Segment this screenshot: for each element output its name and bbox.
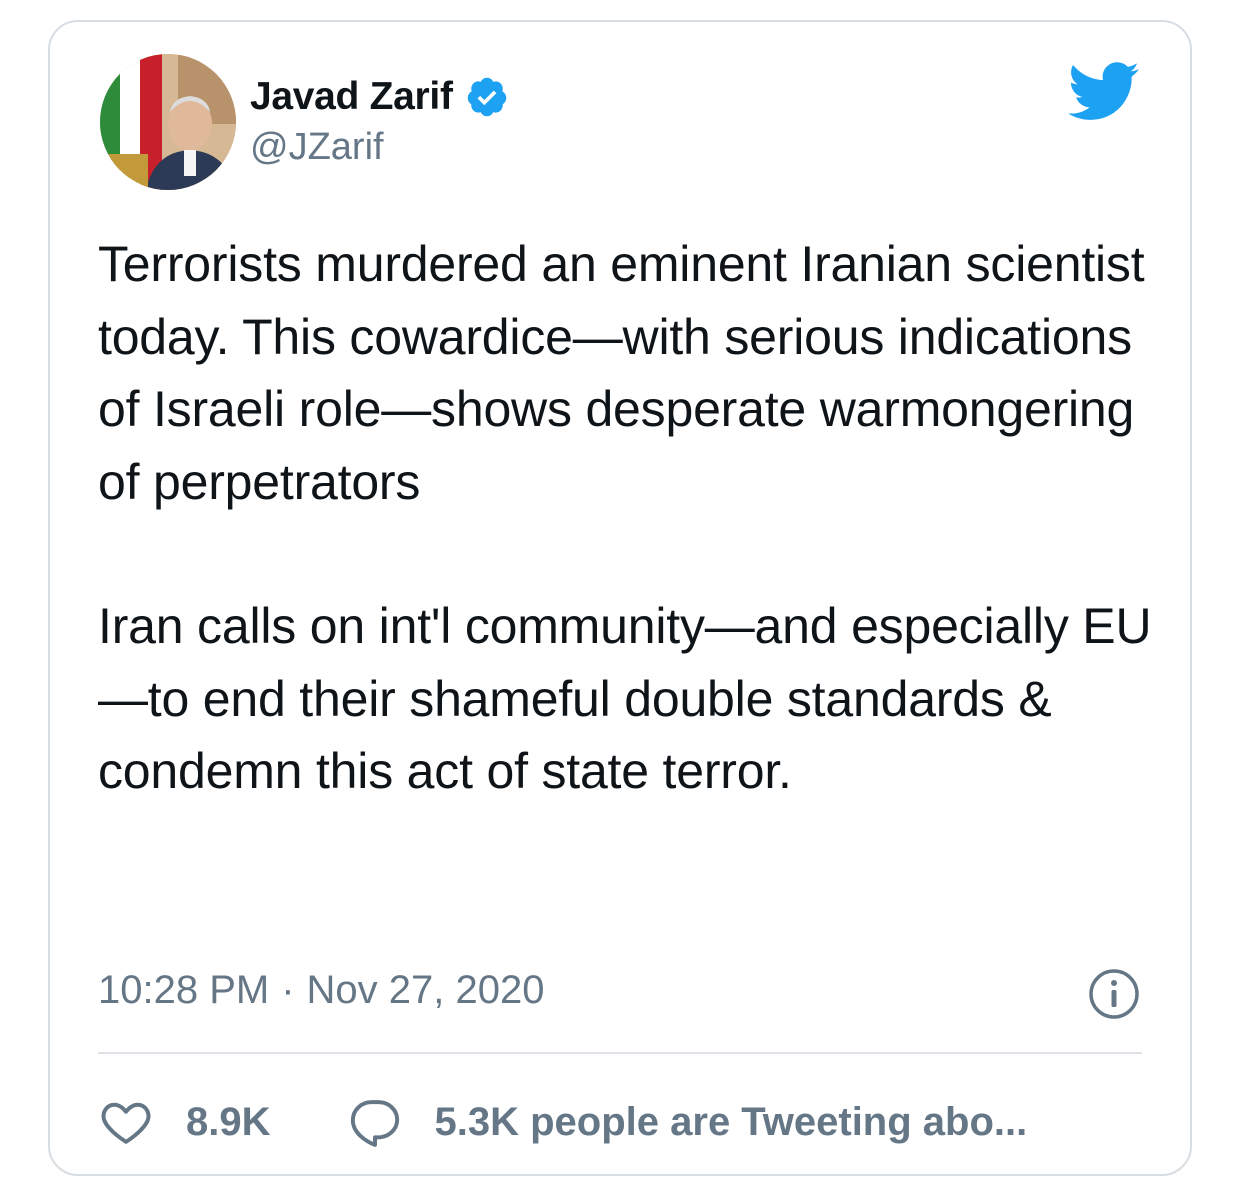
separator-dot: ·	[281, 968, 295, 1012]
tweet-time: 10:28 PM	[98, 968, 270, 1012]
tweet-timestamp[interactable]: 10:28 PM · Nov 27, 2020	[98, 968, 545, 1013]
divider	[98, 1052, 1142, 1054]
conversation-button[interactable]: 5.3K people are Tweeting abo...	[347, 1094, 1028, 1150]
info-icon[interactable]	[1086, 966, 1142, 1022]
tweet-paragraph-2: Iran calls on int'l community—and especi…	[98, 598, 1152, 799]
user-handle[interactable]: @JZarif	[250, 126, 384, 169]
like-button[interactable]: 8.9K	[98, 1094, 271, 1150]
tweet-paragraph-1: Terrorists murdered an eminent Iranian s…	[98, 236, 1145, 510]
avatar[interactable]	[100, 54, 236, 190]
name-row: Javad Zarif	[250, 72, 509, 122]
twitter-bird-icon[interactable]	[1068, 62, 1140, 122]
likes-count: 8.9K	[186, 1099, 271, 1144]
tweet-date: Nov 27, 2020	[306, 968, 545, 1012]
display-name[interactable]: Javad Zarif	[250, 75, 453, 119]
tweet-card[interactable]: Javad Zarif @JZarif Terrorists murdered …	[48, 20, 1192, 1176]
heart-icon	[101, 1102, 151, 1144]
tweet-actions: 8.9K 5.3K people are Tweeting abo...	[98, 1092, 1142, 1152]
conversation-label: 5.3K people are Tweeting abo...	[434, 1099, 1028, 1144]
speech-bubble-icon	[350, 1100, 399, 1147]
verified-badge-icon	[465, 75, 509, 119]
tweet-text: Terrorists murdered an eminent Iranian s…	[98, 228, 1158, 808]
